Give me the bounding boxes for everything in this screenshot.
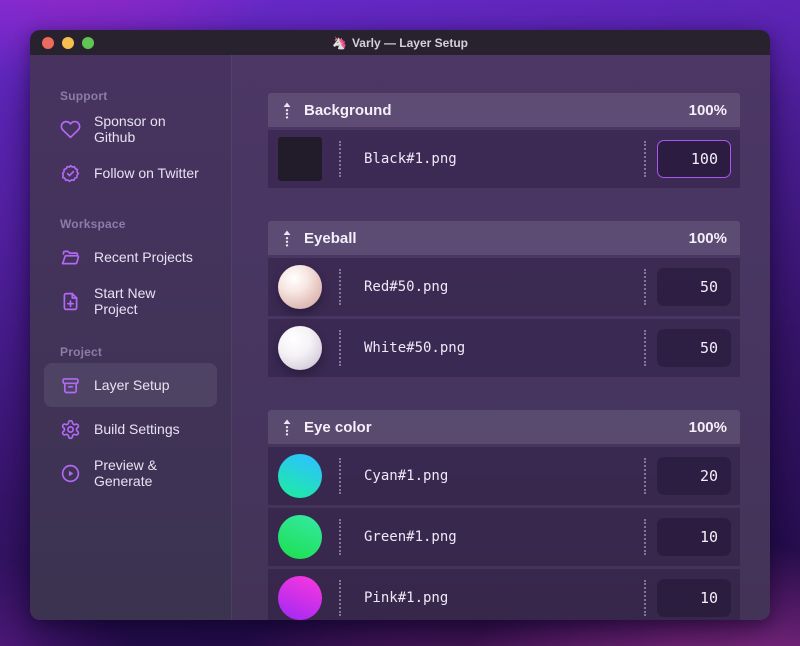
rarity-input[interactable] xyxy=(657,579,731,617)
archive-icon xyxy=(59,374,81,396)
drag-handle-icon[interactable] xyxy=(281,229,293,247)
sidebar-item-build-settings[interactable]: Build Settings xyxy=(44,407,217,451)
dotted-divider xyxy=(339,269,341,305)
app-window: 🦄 Varly — Layer Setup Support Sponsor on… xyxy=(30,30,770,620)
unicorn-icon: 🦄 xyxy=(331,35,347,50)
rarity-input[interactable] xyxy=(657,140,731,178)
badge-check-icon xyxy=(59,162,81,184)
sidebar-item-sponsor-github[interactable]: Sponsor on Github xyxy=(44,107,217,151)
layer-group-header: Eye color 100% xyxy=(268,410,740,444)
layer-group-header: Background 100% xyxy=(268,93,740,127)
minimize-button[interactable] xyxy=(62,36,74,49)
rarity-input[interactable] xyxy=(657,329,731,367)
file-plus-icon xyxy=(59,290,81,312)
sidebar-section-support: Support xyxy=(60,89,108,103)
titlebar: 🦄 Varly — Layer Setup xyxy=(30,30,770,55)
dotted-divider xyxy=(644,458,646,494)
dotted-divider xyxy=(644,269,646,305)
layer-filename: Black#1.png xyxy=(364,151,457,167)
sidebar-item-follow-twitter[interactable]: Follow on Twitter xyxy=(44,151,217,195)
sidebar-item-layer-setup[interactable]: Layer Setup xyxy=(44,363,217,407)
rarity-input[interactable] xyxy=(657,518,731,556)
layer-filename: White#50.png xyxy=(364,340,466,356)
sidebar-item-label: Start New Project xyxy=(94,285,156,317)
folder-icon xyxy=(59,246,81,268)
drag-handle-icon[interactable] xyxy=(281,101,293,119)
sidebar-item-label: Recent Projects xyxy=(94,249,193,265)
group-opacity: 100% xyxy=(688,101,727,119)
layer-thumbnail xyxy=(278,454,322,498)
layer-group-background: Background 100% Black#1.png xyxy=(268,93,740,188)
sidebar-item-preview-generate[interactable]: Preview & Generate xyxy=(44,451,217,495)
layer-row: Green#1.png xyxy=(268,508,740,566)
layer-filename: Cyan#1.png xyxy=(364,468,449,484)
dotted-divider xyxy=(339,141,341,177)
play-circle-icon xyxy=(59,462,81,484)
layer-row: Red#50.png xyxy=(268,258,740,316)
sidebar-section-project: Project xyxy=(60,345,103,359)
layer-thumbnail xyxy=(278,576,322,620)
layer-thumbnail xyxy=(278,137,322,181)
layer-group-header: Eyeball 100% xyxy=(268,221,740,255)
dotted-divider xyxy=(339,519,341,555)
layer-filename: Green#1.png xyxy=(364,529,457,545)
rarity-input[interactable] xyxy=(657,457,731,495)
traffic-lights xyxy=(42,30,94,55)
sidebar-section-workspace: Workspace xyxy=(60,217,126,231)
layer-thumbnail xyxy=(278,326,322,370)
dotted-divider xyxy=(339,580,341,616)
layer-thumbnail xyxy=(278,265,322,309)
layer-setup-panel: Background 100% Black#1.png 100 Eyeball … xyxy=(232,55,770,620)
layer-thumbnail xyxy=(278,515,322,559)
layer-filename: Pink#1.png xyxy=(364,590,449,606)
dotted-divider xyxy=(644,141,646,177)
sidebar-item-label: Sponsor on Github xyxy=(94,113,166,145)
layer-row: Black#1.png xyxy=(268,130,740,188)
dotted-divider xyxy=(339,330,341,366)
sidebar-item-recent-projects[interactable]: Recent Projects xyxy=(44,235,217,279)
sidebar-item-label: Preview & Generate xyxy=(94,457,158,489)
layer-filename: Red#50.png xyxy=(364,279,449,295)
window-title: 🦄 Varly — Layer Setup xyxy=(332,36,468,50)
dotted-divider xyxy=(644,519,646,555)
dotted-divider xyxy=(644,330,646,366)
drag-handle-icon[interactable] xyxy=(281,418,293,436)
layer-group-eyeball: Eyeball 100% Red#50.png White#50.png xyxy=(268,221,740,377)
sidebar: Support Sponsor on Github Follow on Twit… xyxy=(30,55,232,620)
dotted-divider xyxy=(339,458,341,494)
dotted-divider xyxy=(644,580,646,616)
group-name: Background xyxy=(304,101,392,119)
rarity-input[interactable] xyxy=(657,268,731,306)
sidebar-item-start-new-project[interactable]: Start New Project xyxy=(44,279,217,323)
group-name: Eyeball xyxy=(304,229,357,247)
layer-row: White#50.png xyxy=(268,319,740,377)
window-title-text: Varly — Layer Setup xyxy=(351,35,468,50)
sidebar-item-label: Follow on Twitter xyxy=(94,165,199,181)
heart-icon xyxy=(59,118,81,140)
layer-row: Pink#1.png xyxy=(268,569,740,620)
gear-icon xyxy=(59,418,81,440)
layer-group-eye-color: Eye color 100% Cyan#1.png Green#1.png xyxy=(268,410,740,620)
sidebar-item-label: Build Settings xyxy=(94,421,180,437)
sidebar-item-label: Layer Setup xyxy=(94,377,170,393)
group-opacity: 100% xyxy=(688,418,727,436)
close-button[interactable] xyxy=(42,36,54,49)
group-opacity: 100% xyxy=(688,229,727,247)
group-name: Eye color xyxy=(304,418,372,436)
zoom-button[interactable] xyxy=(82,36,94,49)
layer-row: Cyan#1.png xyxy=(268,447,740,505)
